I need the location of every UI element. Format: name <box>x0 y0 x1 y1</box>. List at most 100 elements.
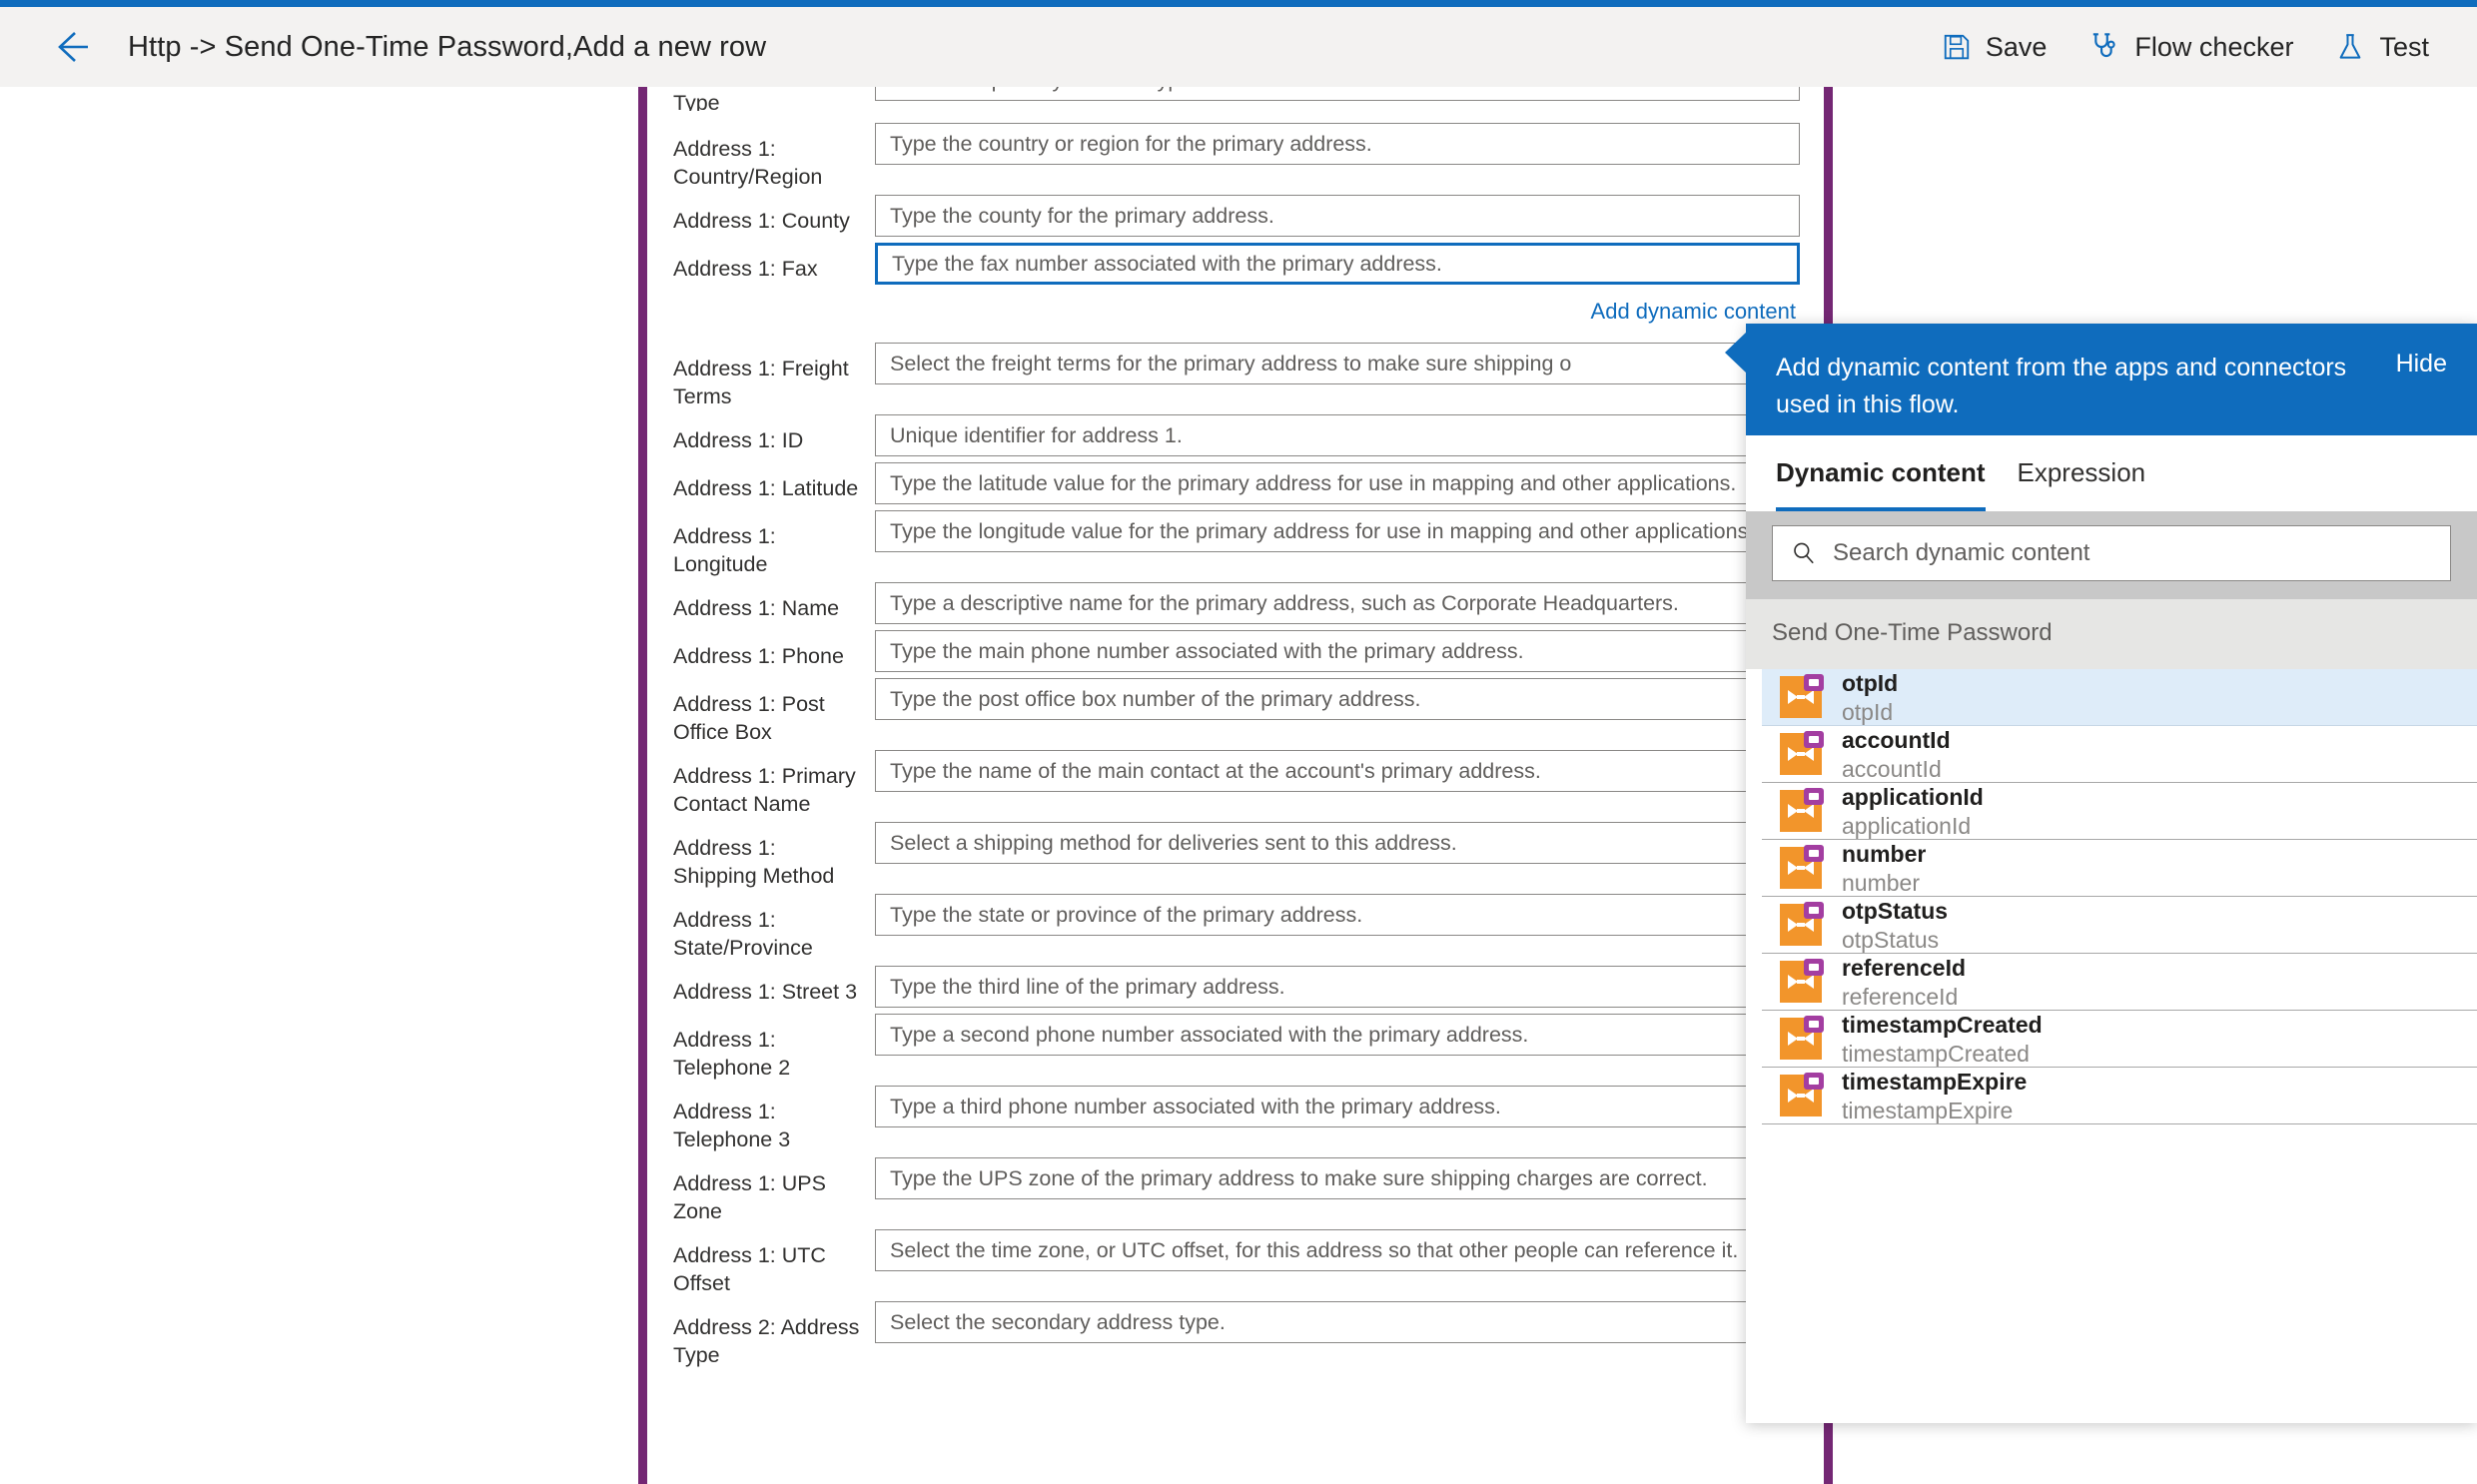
form-text-input[interactable]: Type a second phone number associated wi… <box>875 1014 1800 1056</box>
form-field-label: Address 1: County <box>673 209 850 233</box>
dynamic-content-item-texts: number number <box>1842 840 1926 897</box>
form-text-input[interactable]: Type the name of the main contact at the… <box>875 750 1800 792</box>
form-text-input[interactable]: Type the post office box number of the p… <box>875 678 1800 720</box>
stethoscope-icon <box>2088 31 2120 63</box>
dynamic-content-item-subtitle: timestampExpire <box>1842 1097 2014 1123</box>
dynamic-token-icon <box>1780 845 1824 889</box>
dynamic-content-item-subtitle: accountId <box>1842 755 1942 782</box>
form-row: Address 1: Fax Type the fax number associ… <box>647 243 1824 287</box>
callout-beak-icon <box>1725 332 1747 373</box>
form-row: Address 2: Address Type Select the second… <box>647 1301 1824 1369</box>
form-field-control: Type the country or region for the prima… <box>875 123 1800 165</box>
form-field-label: Address 1: UTC Offset <box>673 1243 826 1295</box>
save-button[interactable]: Save <box>1942 32 2047 63</box>
form-row: Address 1: Telephone 3 Type a third phone… <box>647 1086 1824 1153</box>
form-field-control: Type the name of the main contact at the… <box>875 750 1800 792</box>
dynamic-content-item[interactable]: timestampCreated timestampCreated <box>1762 1011 2477 1068</box>
chat-bubble-badge-icon <box>1804 1016 1824 1033</box>
dynamic-content-item-texts: timestampExpire timestampExpire <box>1842 1068 2027 1124</box>
form-field-label: Address 1: UPS Zone <box>673 1171 826 1223</box>
add-dynamic-content-row: Add dynamic content <box>647 289 1824 337</box>
form-select[interactable]: Select the secondary address type. <box>875 1301 1800 1343</box>
search-dynamic-content-input[interactable]: Search dynamic content <box>1772 525 2451 581</box>
dynamic-content-item-texts: referenceId referenceId <box>1842 954 1966 1011</box>
teaching-callout-text: Add dynamic content from the apps and co… <box>1776 354 2347 418</box>
form-field-placeholder: Select a shipping method for deliveries … <box>890 830 1457 855</box>
dynamic-content-item[interactable]: accountId accountId <box>1762 726 2477 783</box>
form-field-label: Address 1: Shipping Method <box>673 836 835 888</box>
form-field-label: Address 1: Freight Terms <box>673 357 849 408</box>
search-icon <box>1791 540 1817 566</box>
back-arrow-icon[interactable] <box>52 20 106 74</box>
form-row: Address 1: UTC Offset Select the time zon… <box>647 1229 1824 1297</box>
panel-tabs: Dynamic content Expression <box>1746 435 2477 511</box>
form-field-control: Type a third phone number associated wit… <box>875 1086 1800 1127</box>
row-spacer <box>647 1371 1824 1373</box>
form-text-input[interactable]: Type the longitude value for the primary… <box>875 510 1800 552</box>
dynamic-content-item-texts: otpStatus otpStatus <box>1842 897 1948 954</box>
dynamic-content-item[interactable]: otpId otpId <box>1762 669 2477 726</box>
chat-bubble-badge-icon <box>1804 731 1824 748</box>
form-row: Address 1: Freight Terms Select the freig… <box>647 343 1824 410</box>
form-text-input[interactable]: Unique identifier for address 1. <box>875 414 1800 456</box>
form-field-placeholder: Type a descriptive name for the primary … <box>890 590 1679 615</box>
form-select[interactable]: Select a shipping method for deliveries … <box>875 822 1800 864</box>
dynamic-content-item[interactable]: referenceId referenceId <box>1762 954 2477 1011</box>
form-row: Address 1: ID Unique identifier for addre… <box>647 414 1824 458</box>
form-text-input[interactable]: Type a third phone number associated wit… <box>875 1086 1800 1127</box>
form-text-input[interactable]: Type a descriptive name for the primary … <box>875 582 1800 624</box>
form-select[interactable]: Select the freight terms for the primary… <box>875 343 1800 384</box>
dynamic-content-item-subtitle: timestampCreated <box>1842 1040 2030 1067</box>
flow-checker-button-label: Flow checker <box>2134 31 2294 62</box>
add-dynamic-content-link[interactable]: Add dynamic content <box>1591 299 1800 325</box>
page-title: Http -> Send One-Time Password,Add a new… <box>128 30 767 63</box>
form-text-input[interactable]: Type the latitude value for the primary … <box>875 462 1800 504</box>
form-field-placeholder: Type the third line of the primary addre… <box>890 974 1285 999</box>
dynamic-content-item[interactable]: timestampExpire timestampExpire <box>1762 1068 2477 1124</box>
dynamic-content-item-texts: applicationId applicationId <box>1842 783 1984 840</box>
form-row: Address 1: Primary Contact Name Type the … <box>647 750 1824 818</box>
dynamic-content-item-texts: accountId accountId <box>1842 726 1951 783</box>
form-field-label: Address 1: Longitude <box>673 524 776 576</box>
form-text-input[interactable]: Type the UPS zone of the primary address… <box>875 1157 1800 1199</box>
form-field-placeholder: Type the longitude value for the primary… <box>890 518 1755 543</box>
tab-dynamic-content[interactable]: Dynamic content <box>1776 457 1986 511</box>
form-field-control: Type a descriptive name for the primary … <box>875 582 1800 624</box>
form-field-label: Address 1: Street 3 <box>673 980 858 1004</box>
form-field-control: Select the primary address type. <box>875 87 1800 101</box>
form-text-input[interactable]: Type the main phone number associated wi… <box>875 630 1800 672</box>
form-field-placeholder: Unique identifier for address 1. <box>890 422 1183 447</box>
form-text-input[interactable]: Select the primary address type. <box>875 87 1800 101</box>
dynamic-token-icon <box>1780 1073 1824 1116</box>
form-field-placeholder: Type the country or region for the prima… <box>890 131 1372 156</box>
hide-callout-button[interactable]: Hide <box>2380 350 2447 378</box>
tab-expression[interactable]: Expression <box>2018 457 2146 511</box>
form-text-input[interactable]: Type the third line of the primary addre… <box>875 966 1800 1008</box>
flow-checker-button[interactable]: Flow checker <box>2088 31 2293 63</box>
form-field-label: Address 1: ID <box>673 428 804 452</box>
search-placeholder: Search dynamic content <box>1833 539 2090 566</box>
form-field-label: Address 1: Post Office Box <box>673 692 825 744</box>
dynamic-content-item-title: timestampExpire <box>1842 1068 2028 1095</box>
form-row: Address 1: Country/Region Type the countr… <box>647 123 1824 191</box>
dynamic-content-item-title: number <box>1842 840 1927 867</box>
test-button[interactable]: Test <box>2335 32 2429 63</box>
dynamic-content-item[interactable]: otpStatus otpStatus <box>1762 897 2477 954</box>
form-row: Address 1: Shipping Method Select a shipp… <box>647 822 1824 890</box>
chat-bubble-badge-icon <box>1804 788 1824 805</box>
form-field-label: Type <box>673 91 720 111</box>
dynamic-content-item[interactable]: applicationId applicationId <box>1762 783 2477 840</box>
form-text-input[interactable]: Type the fax number associated with the … <box>875 243 1800 285</box>
dynamic-content-item-title: accountId <box>1842 726 1951 753</box>
dynamic-content-item[interactable]: number number <box>1762 840 2477 897</box>
dynamic-content-item-title: otpId <box>1842 669 1899 696</box>
search-band: Search dynamic content <box>1746 511 2477 599</box>
dynamic-content-item-texts: otpId otpId <box>1842 669 1898 726</box>
form-field-placeholder: Type the name of the main contact at the… <box>890 758 1541 783</box>
form-text-input[interactable]: Type the county for the primary address. <box>875 195 1800 237</box>
form-text-input[interactable]: Select the time zone, or UTC offset, for… <box>875 1229 1800 1271</box>
form-text-input[interactable]: Type the state or province of the primar… <box>875 894 1800 936</box>
form-text-input[interactable]: Type the country or region for the prima… <box>875 123 1800 165</box>
dynamic-content-item-subtitle: applicationId <box>1842 812 1972 839</box>
form-row: Address 1: Name Type a descriptive name f… <box>647 582 1824 626</box>
